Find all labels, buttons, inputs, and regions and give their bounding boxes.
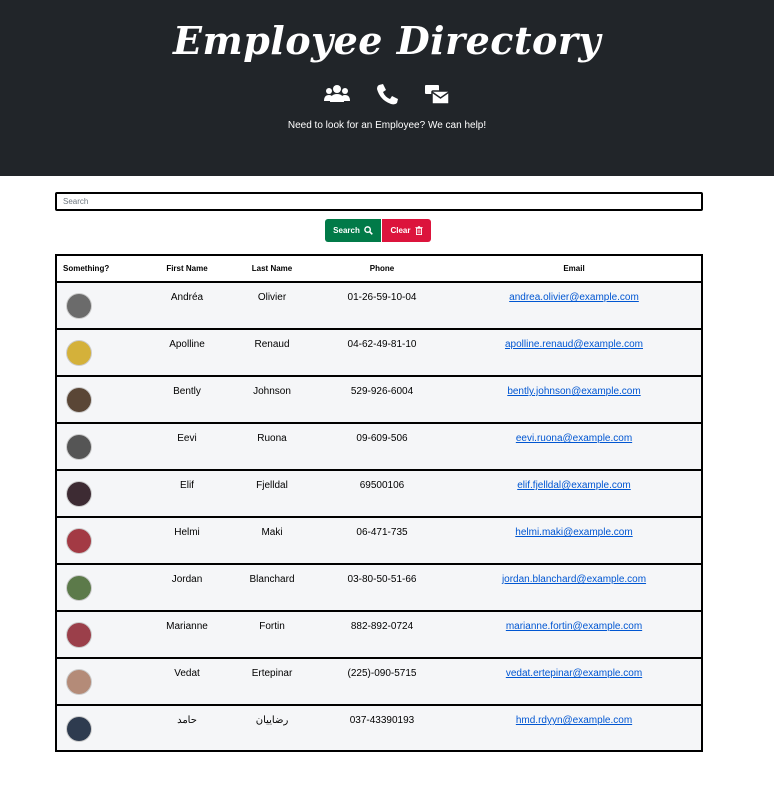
table-row: Bently Johnson 529-926-6004 bently.johnson@…: [57, 375, 701, 423]
email-link[interactable]: hmd.rdyyn@example.com: [516, 715, 632, 726]
table-row: Helmi Maki 06-471-735 helmi.maki@example.co…: [57, 516, 701, 564]
trash-icon: [414, 226, 423, 235]
users-icon: [323, 82, 350, 106]
email-link[interactable]: marianne.fortin@example.com: [506, 621, 642, 632]
email-cell: marianne.fortin@example.com: [447, 610, 701, 658]
first-name-cell: Helmi: [147, 516, 227, 564]
table-header-row: Something? First Name Last Name Phone Em…: [57, 256, 701, 283]
first-name-cell: Bently: [147, 375, 227, 423]
page-header: Employee Directory Need to look for an E…: [0, 0, 774, 176]
email-link[interactable]: jordan.blanchard@example.com: [502, 574, 646, 585]
first-name-cell: Marianne: [147, 610, 227, 658]
email-link[interactable]: vedat.ertepinar@example.com: [506, 668, 642, 679]
avatar: [67, 717, 91, 741]
search-icon: [364, 226, 373, 235]
email-link[interactable]: eevi.ruona@example.com: [516, 433, 632, 444]
last-name-cell: Fortin: [227, 610, 317, 658]
first-name-cell: Apolline: [147, 328, 227, 376]
phone-cell: 06-471-735: [317, 516, 447, 564]
phone-cell: 882-892-0724: [317, 610, 447, 658]
table-row: Vedat Ertepinar (225)-090-5715 vedat.ertepi…: [57, 657, 701, 705]
email-cell: hmd.rdyyn@example.com: [447, 704, 701, 752]
email-cell: jordan.blanchard@example.com: [447, 563, 701, 611]
table-row: Andréa Olivier 01-26-59-10-04 andrea.olivie…: [57, 282, 701, 329]
avatar: [67, 576, 91, 600]
phone-icon: [374, 82, 400, 106]
page-title: Employee Directory: [173, 18, 601, 63]
first-name-cell: Andréa: [170, 292, 204, 303]
email-cell: elif.fjelldal@example.com: [447, 469, 701, 517]
phone-cell: 69500106: [317, 469, 447, 517]
avatar: [67, 670, 91, 694]
avatar: [67, 341, 91, 365]
phone-cell: 037-43390193: [317, 704, 447, 752]
first-name-cell: Eevi: [147, 422, 227, 470]
last-name-cell: Johnson: [227, 375, 317, 423]
column-header-first-name[interactable]: First Name: [147, 256, 227, 283]
column-header-email[interactable]: Email: [447, 256, 701, 283]
header-icons: [0, 82, 774, 106]
avatar: [67, 529, 91, 553]
search-button[interactable]: Search: [325, 219, 381, 242]
avatar: [67, 388, 91, 412]
phone-cell: 01-26-59-10-04: [347, 292, 417, 303]
phone-cell: (225)-090-5715: [317, 657, 447, 705]
last-name-cell: Maki: [227, 516, 317, 564]
email-link[interactable]: andrea.olivier@example.com: [509, 292, 639, 303]
last-name-cell: Ruona: [227, 422, 317, 470]
first-name-cell: Vedat: [147, 657, 227, 705]
phone-cell: 03-80-50-51-66: [317, 563, 447, 611]
last-name-cell: Ertepinar: [227, 657, 317, 705]
email-cell: andrea.olivier@example.com: [447, 282, 701, 329]
table-row: Elif Fjelldal 69500106 elif.fjelldal@exampl…: [57, 469, 701, 517]
employee-table: Something? First Name Last Name Phone Em…: [55, 254, 703, 752]
column-header-something[interactable]: Something?: [57, 256, 147, 283]
phone-cell: 04-62-49-81-10: [317, 328, 447, 376]
email-link[interactable]: helmi.maki@example.com: [515, 527, 632, 538]
phone-cell: 09-609-506: [317, 422, 447, 470]
last-name-cell: رضاییان: [227, 704, 317, 752]
first-name-cell: حامد: [147, 704, 227, 752]
email-link[interactable]: bently.johnson@example.com: [507, 386, 640, 397]
table-row: Eevi Ruona 09-609-506 eevi.ruona@example.co…: [57, 422, 701, 470]
table-row: Apolline Renaud 04-62-49-81-10 apolline.ren…: [57, 328, 701, 376]
email-cell: helmi.maki@example.com: [447, 516, 701, 564]
column-header-last-name[interactable]: Last Name: [227, 256, 317, 283]
avatar: [67, 294, 91, 318]
avatar: [67, 435, 91, 459]
last-name-cell: Olivier: [257, 292, 287, 303]
search-input[interactable]: [55, 192, 703, 211]
clear-button[interactable]: Clear: [382, 219, 431, 242]
email-link[interactable]: apolline.renaud@example.com: [505, 339, 643, 350]
phone-cell: 529-926-6004: [317, 375, 447, 423]
table-row: Marianne Fortin 882-892-0724 marianne.forti…: [57, 610, 701, 658]
mail-bulk-icon: [424, 82, 451, 106]
table-row: Jordan Blanchard 03-80-50-51-66 jordan.blan…: [57, 563, 701, 611]
email-cell: eevi.ruona@example.com: [447, 422, 701, 470]
table-row: حامد رضاییان 037-43390193 hmd.rdyyn@example…: [57, 704, 701, 752]
page-subtitle: Need to look for an Employee? We can hel…: [287, 120, 487, 131]
email-cell: vedat.ertepinar@example.com: [447, 657, 701, 705]
clear-button-label: Clear: [390, 226, 411, 235]
search-button-label: Search: [333, 226, 360, 235]
email-cell: apolline.renaud@example.com: [447, 328, 701, 376]
email-cell: bently.johnson@example.com: [447, 375, 701, 423]
first-name-cell: Elif: [147, 469, 227, 517]
last-name-cell: Renaud: [227, 328, 317, 376]
avatar: [67, 482, 91, 506]
last-name-cell: Fjelldal: [227, 469, 317, 517]
column-header-phone[interactable]: Phone: [317, 256, 447, 283]
avatar: [67, 623, 91, 647]
first-name-cell: Jordan: [147, 563, 227, 611]
email-link[interactable]: elif.fjelldal@example.com: [517, 480, 631, 491]
last-name-cell: Blanchard: [227, 563, 317, 611]
